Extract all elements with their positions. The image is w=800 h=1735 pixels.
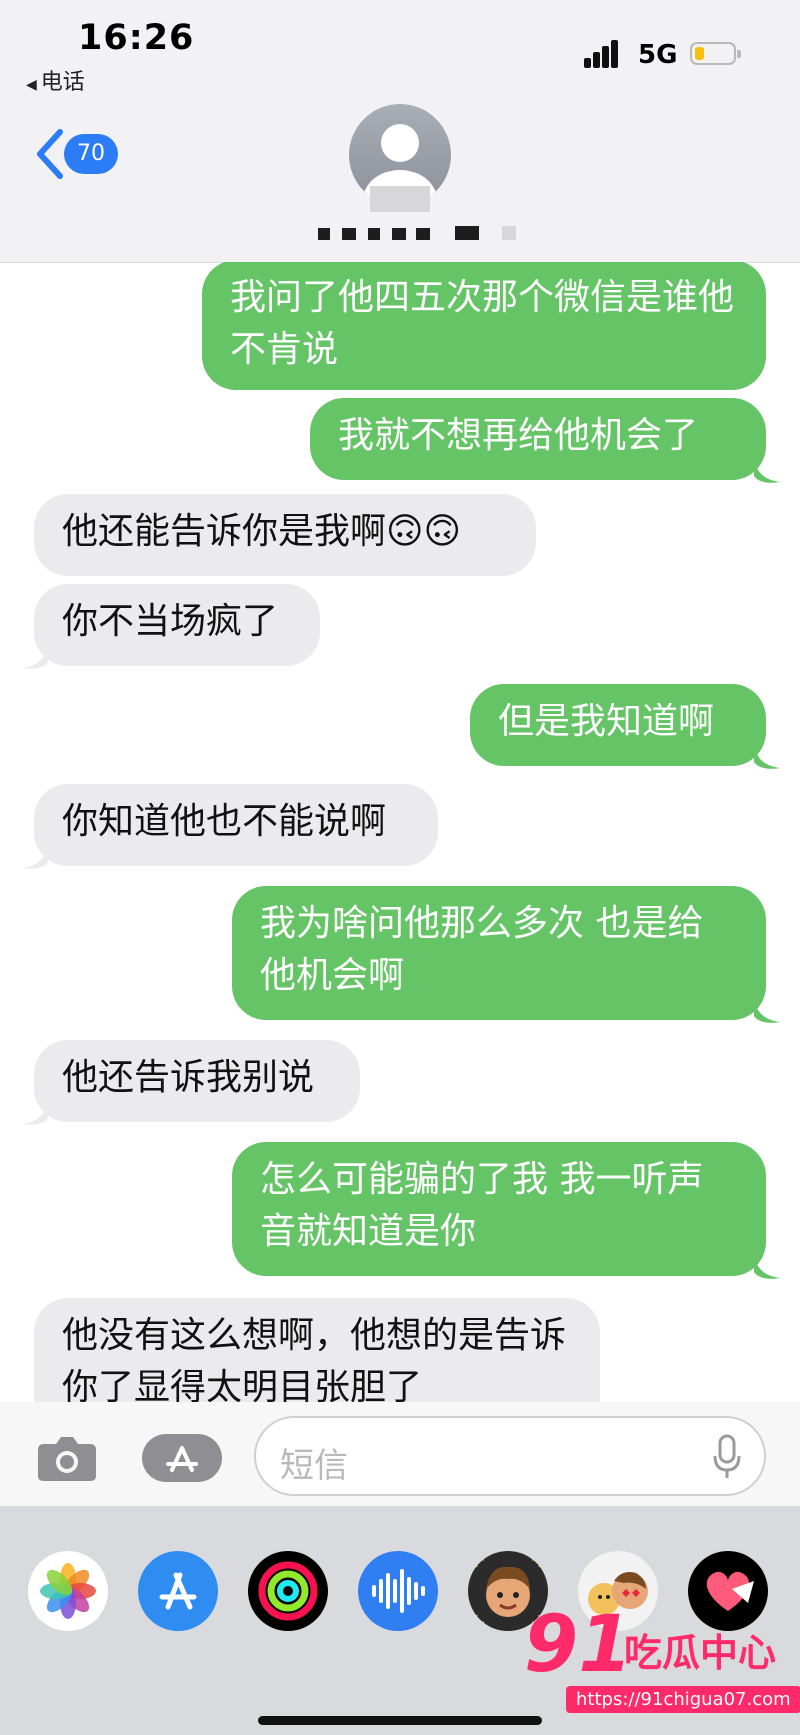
- app-store-app-icon[interactable]: [138, 1551, 218, 1631]
- message-text: 你知道他也不能说啊: [62, 801, 387, 842]
- status-time: 16:26: [78, 18, 195, 58]
- message-text: 但是我知道啊: [498, 701, 715, 742]
- bubble-tail: [22, 644, 48, 669]
- message-input-placeholder: 短信: [280, 1446, 348, 1486]
- message-text: 他还告诉我别说: [62, 1057, 315, 1098]
- microphone-icon[interactable]: [712, 1434, 742, 1480]
- message-text: 他还能告诉你是我啊🙃🙃: [62, 511, 462, 552]
- back-app-label: 电话: [40, 70, 85, 95]
- watermark-url: https://91chigua07.com: [566, 1686, 800, 1713]
- audio-message-app-icon[interactable]: [358, 1551, 438, 1631]
- message-bubble-received[interactable]: 你不当场疯了: [34, 584, 320, 666]
- compose-bar: 短信: [0, 1402, 800, 1506]
- message-input[interactable]: 短信: [254, 1416, 766, 1496]
- message-text: 我就不想再给他机会了: [338, 415, 699, 456]
- fitness-app-icon[interactable]: [248, 1551, 328, 1631]
- message-bubble-sent[interactable]: 我就不想再给他机会了: [310, 398, 766, 480]
- back-triangle-icon: ◀: [26, 77, 37, 93]
- bubble-tail: [754, 1254, 780, 1279]
- network-type: 5G: [638, 40, 678, 70]
- message-bubble-received[interactable]: 他还告诉我别说: [34, 1040, 360, 1122]
- watermark-name: 吃瓜中心: [624, 1631, 777, 1675]
- back-to-app-link[interactable]: ◀ 电话: [26, 64, 85, 96]
- message-bubble-sent[interactable]: 我为啥问他那么多次 也是给他机会啊: [232, 886, 766, 1020]
- bubble-tail: [22, 1100, 48, 1125]
- app-store-icon: [166, 1446, 198, 1472]
- photos-app-icon[interactable]: [28, 1551, 108, 1631]
- unread-count-badge[interactable]: 70: [64, 134, 118, 174]
- camera-icon[interactable]: [36, 1434, 98, 1482]
- message-bubble-received[interactable]: 他没有这么想啊，他想的是告诉你了显得太明目张胆了: [34, 1298, 600, 1402]
- message-bubble-received[interactable]: 你知道他也不能说啊: [34, 784, 438, 866]
- message-text: 他没有这么想啊，他想的是告诉你了显得太明目张胆了: [62, 1315, 567, 1402]
- bubble-tail: [754, 744, 780, 769]
- message-bubble-sent[interactable]: 我问了他四五次那个微信是谁他不肯说: [202, 262, 766, 390]
- message-thread[interactable]: 我问了他四五次那个微信是谁他不肯说 我就不想再给他机会了 他还能告诉你是我啊🙃🙃…: [0, 262, 800, 1402]
- message-text: 怎么可能骗的了我 我一听声音就知道是你: [260, 1159, 704, 1252]
- message-bubble-sent[interactable]: 但是我知道啊: [470, 684, 766, 766]
- site-watermark: 91 吃瓜中心 https://91chigua07.com: [520, 1600, 800, 1720]
- back-chevron-icon[interactable]: [32, 128, 68, 180]
- cellular-signal-icon: [584, 38, 626, 68]
- message-text: 我为啥问他那么多次 也是给他机会啊: [260, 903, 704, 996]
- message-text: 你不当场疯了: [62, 601, 279, 642]
- watermark-number: 91: [524, 1600, 633, 1690]
- message-bubble-sent[interactable]: 怎么可能骗的了我 我一听声音就知道是你: [232, 1142, 766, 1276]
- home-indicator[interactable]: [258, 1716, 542, 1725]
- message-text: 我问了他四五次那个微信是谁他不肯说: [230, 277, 735, 370]
- app-store-drawer-button[interactable]: [142, 1434, 222, 1482]
- conversation-header: 16:26 ◀ 电话 5G 70: [0, 0, 800, 263]
- message-bubble-received[interactable]: 他还能告诉你是我啊🙃🙃: [34, 494, 536, 576]
- bubble-tail: [754, 998, 780, 1023]
- bubble-tail: [22, 844, 48, 869]
- battery-icon: [690, 42, 741, 65]
- bubble-tail: [754, 458, 780, 483]
